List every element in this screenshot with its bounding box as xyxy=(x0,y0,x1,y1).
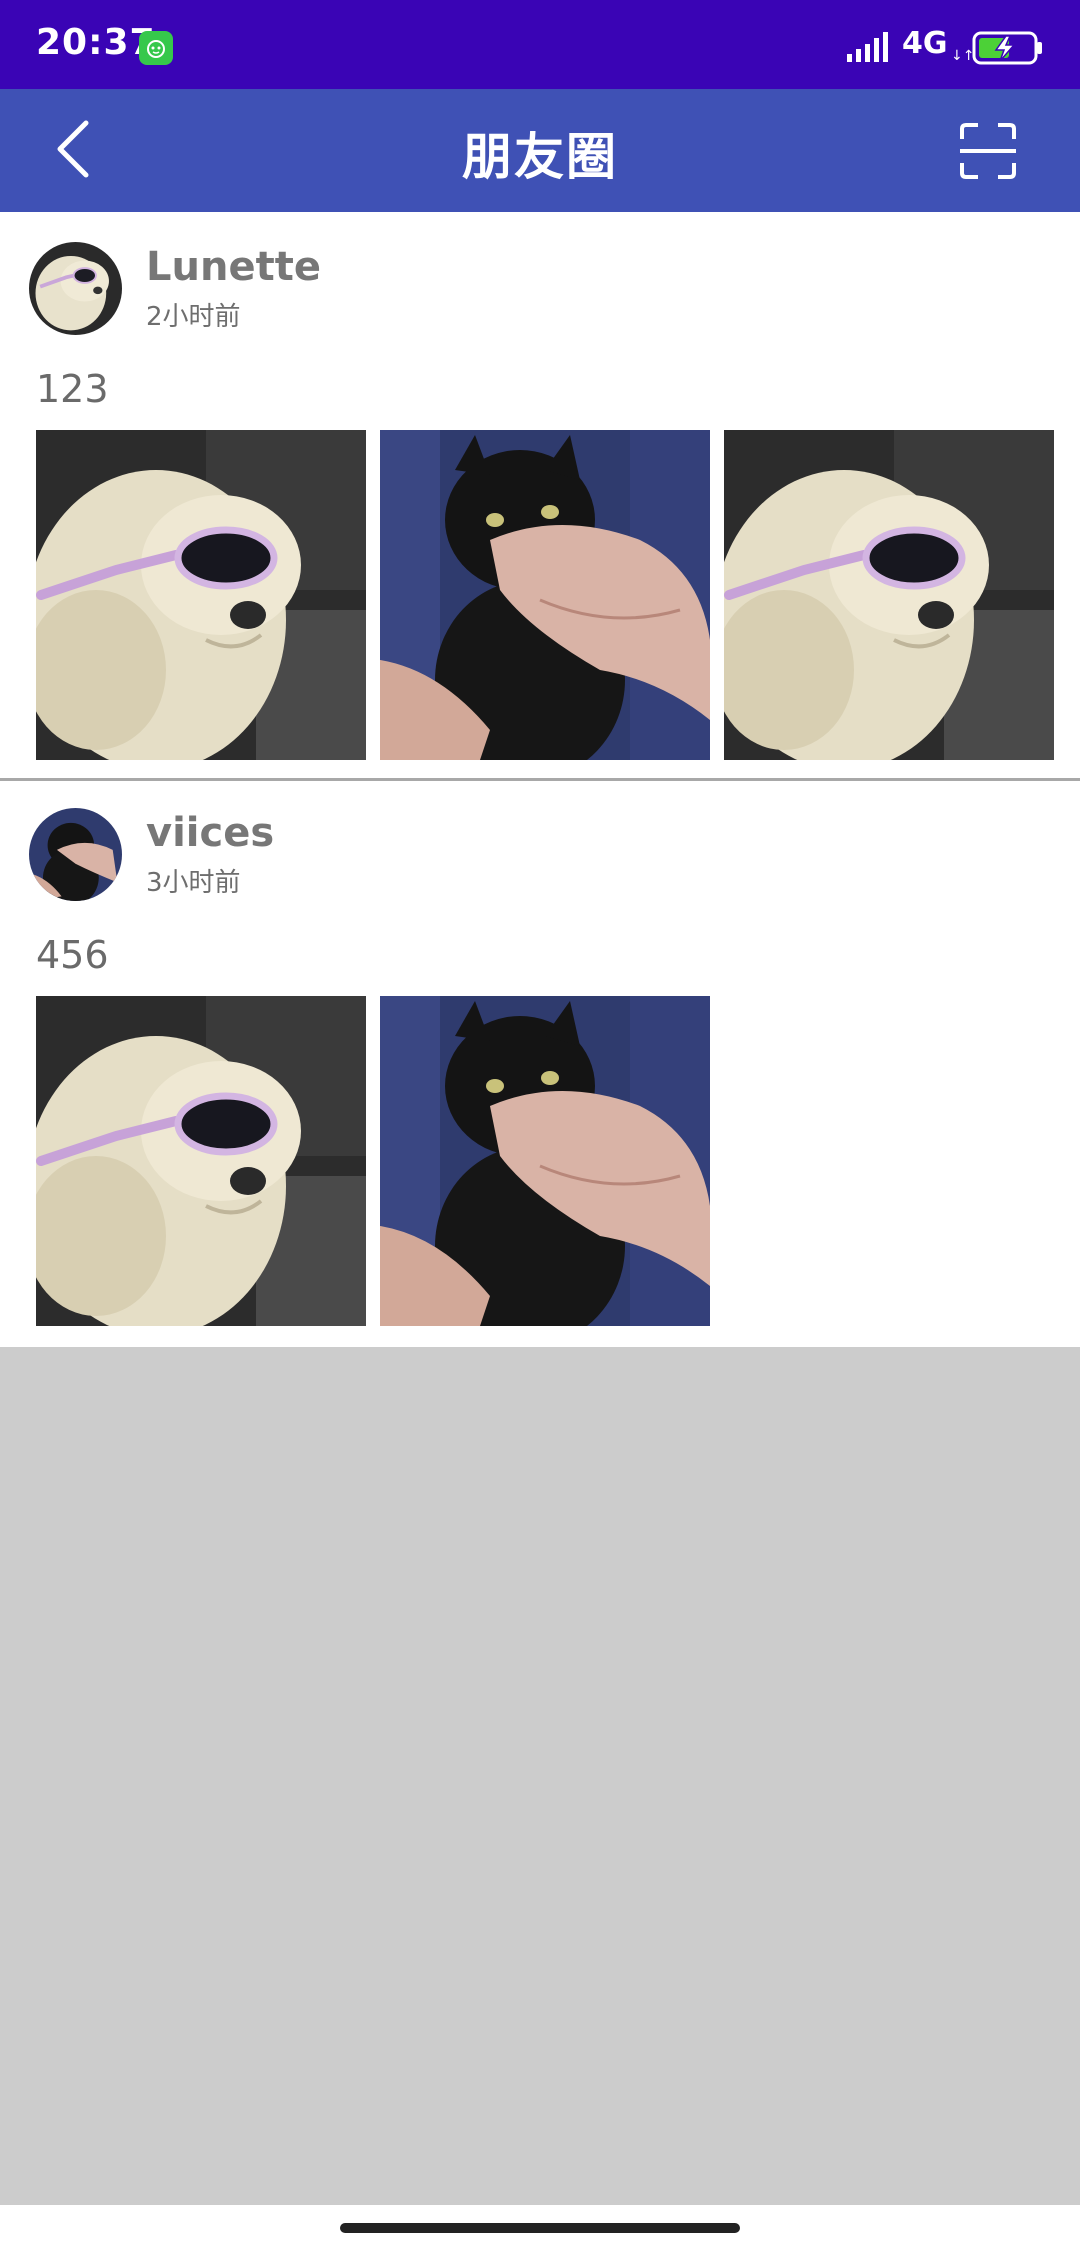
post-photo[interactable] xyxy=(380,430,710,760)
black-cat-held-image xyxy=(380,430,710,760)
post-text: 456 xyxy=(36,933,109,977)
post-username[interactable]: viices xyxy=(146,810,274,856)
dog-sunglasses-image xyxy=(724,430,1054,760)
dog-sunglasses-image xyxy=(36,430,366,760)
post-photo[interactable] xyxy=(36,996,366,1326)
black-cat-held-image xyxy=(29,808,122,901)
status-time: 20:37 xyxy=(36,22,156,63)
avatar[interactable] xyxy=(29,808,122,901)
avatar[interactable] xyxy=(29,242,122,335)
network-activity-icon: ↓↑ xyxy=(951,48,975,64)
post-item[interactable]: Lunette 2小时前 123 xyxy=(0,212,1080,778)
dog-sunglasses-image xyxy=(36,996,366,1326)
post-username[interactable]: Lunette xyxy=(146,244,321,290)
app-bar: 朋友圈 xyxy=(0,89,1080,212)
post-timestamp: 2小时前 xyxy=(146,302,241,332)
battery-charging-icon xyxy=(972,30,1044,70)
post-timestamp: 3小时前 xyxy=(146,868,241,898)
scan-icon xyxy=(960,123,1016,179)
scan-button[interactable] xyxy=(958,121,1018,181)
black-cat-held-image xyxy=(380,996,710,1326)
post-item[interactable]: viices 3小时前 456 xyxy=(0,778,1080,1347)
home-indicator[interactable] xyxy=(340,2223,740,2233)
dog-sunglasses-image xyxy=(29,242,122,335)
page-title: 朋友圈 xyxy=(462,128,618,186)
moments-feed: Lunette 2小时前 123 viices 3小时前 456 xyxy=(0,212,1080,1347)
post-text: 123 xyxy=(36,367,109,411)
post-photo[interactable] xyxy=(724,430,1054,760)
post-photo[interactable] xyxy=(36,430,366,760)
signal-icon xyxy=(847,32,891,68)
post-photo[interactable] xyxy=(380,996,710,1326)
app-notification-icon xyxy=(139,31,173,65)
network-type: 4G xyxy=(902,26,948,61)
status-bar: 20:37 4G ↓↑ xyxy=(0,0,1080,89)
